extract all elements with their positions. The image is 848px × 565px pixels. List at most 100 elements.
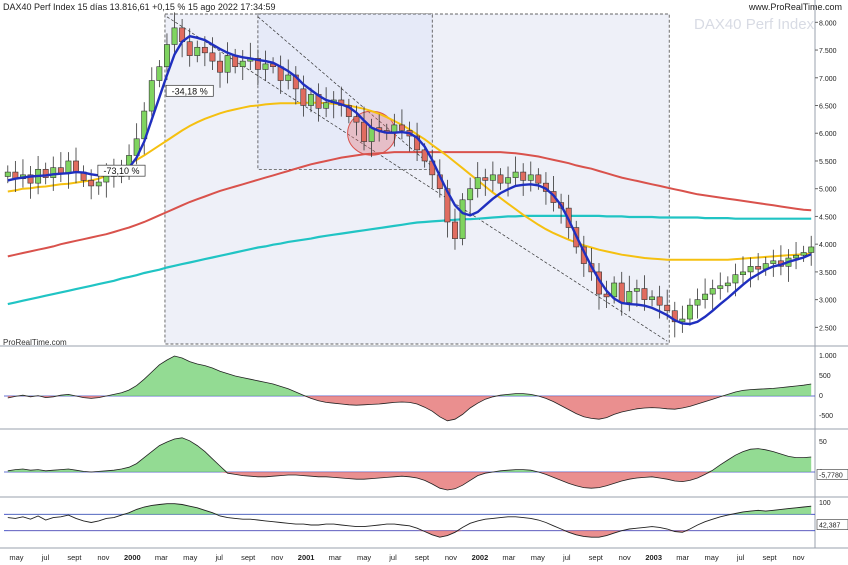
candle-up [489,174,496,181]
candle-down [201,46,208,54]
candle-up [694,299,701,306]
candle-up [224,55,231,73]
candle-down [88,180,95,187]
candle-down [755,266,762,270]
osc3-tick-label: 100 [819,500,831,507]
x-tick-label: nov [445,553,457,562]
x-tick-label: nov [97,553,109,562]
osc1-negative-area [7,396,812,421]
x-tick-label: jul [388,553,397,562]
candle-down [656,296,663,306]
osc2-line [7,437,812,491]
price-tick-label: 4.000 [819,242,837,249]
x-tick-label: sept [241,553,256,562]
candle-up [171,27,178,45]
price-tick-label: 6.000 [819,131,837,138]
price-tick-label: 5.500 [819,159,837,166]
candle-up [467,188,474,201]
x-tick-label: sept [589,553,604,562]
chart-svg[interactable]: 8.000 7.500 7.000 6.500 6.000 5.500 5.000 4.500… [0,0,848,565]
candle-down [535,174,542,184]
candle-down [618,282,625,303]
candle-down [603,293,610,298]
x-tick-label: sept [67,553,82,562]
candle-up [65,160,72,174]
x-tick-label: 2000 [124,553,141,562]
price-tick-label: 5.000 [819,187,837,194]
candle-down [73,160,79,173]
candle-down [497,174,504,184]
candle-up [702,293,709,300]
candle-up [724,282,731,287]
candle-up [164,44,170,67]
x-tick-label: nov [792,553,804,562]
price-tick-label: 8.000 [819,20,837,27]
osc2-tick-label: -5,7780 [819,472,843,479]
price-tick-label: 3.500 [819,270,837,277]
candle-up [717,285,724,289]
osc1-tick-label: 0 [819,393,823,400]
candle-up [505,177,511,184]
x-tick-label: jul [214,553,223,562]
candle-up [148,80,155,112]
price-tick-label: 7.500 [819,48,837,55]
candle-up [770,260,777,264]
x-tick-label: may [531,553,545,562]
candle-up [626,291,633,303]
x-tick-label: may [183,553,197,562]
candle-up [800,252,807,256]
osc1-tick-label: 1.000 [819,353,837,360]
candle-down [57,167,64,174]
x-tick-label: nov [619,553,631,562]
osc2-negative-area [7,472,812,490]
candle-up [633,288,640,292]
annotation-label: -34,18 % [172,86,208,96]
osc3-line [7,503,812,538]
x-tick-label: mar [502,553,515,562]
x-tick-label: 2002 [472,553,489,562]
x-tick-label: mar [676,553,689,562]
price-tick-label: 6.500 [819,104,837,111]
x-tick-label: jul [736,553,745,562]
candle-down [300,88,307,106]
price-tick-label: 2.500 [819,325,837,332]
candle-down [398,124,405,131]
candle-up [474,177,481,190]
candle-up [239,60,246,67]
osc3-oversold-area [7,530,812,538]
x-tick-label: mar [329,553,342,562]
candle-up [611,282,618,298]
x-tick-label: sept [415,553,430,562]
candle-up [686,304,693,320]
candle-up [649,296,655,300]
candle-up [194,46,201,56]
candle-up [459,199,466,239]
candle-down [209,52,216,62]
x-tick-label: 2001 [298,553,315,562]
candle-up [740,271,746,275]
price-tick-label: 7.000 [819,76,837,83]
x-tick-label: may [9,553,23,562]
candle-down [452,221,458,239]
osc1-line [7,355,812,422]
x-tick-label: 2003 [645,553,662,562]
candle-down [217,60,223,73]
candle-up [512,171,519,178]
osc2-positive-area [7,437,812,472]
chart-root: DAX40 Perf Index 15 días 13.816,61 +0,15… [0,0,848,565]
price-tick-label: 4.500 [819,214,837,221]
x-tick-label: mar [155,553,168,562]
x-tick-label: nov [271,553,283,562]
osc1-tick-label: -500 [819,413,833,420]
x-tick-label: may [357,553,371,562]
candle-down [232,55,239,67]
candle-down [641,288,648,300]
candle-up [709,288,716,295]
candle-up [793,254,800,259]
osc2-tick-label: 50 [819,439,827,446]
candle-up [747,266,754,273]
candle-up [285,74,292,81]
candle-up [323,102,330,109]
candle-up [732,274,739,284]
candle-down [664,304,671,312]
